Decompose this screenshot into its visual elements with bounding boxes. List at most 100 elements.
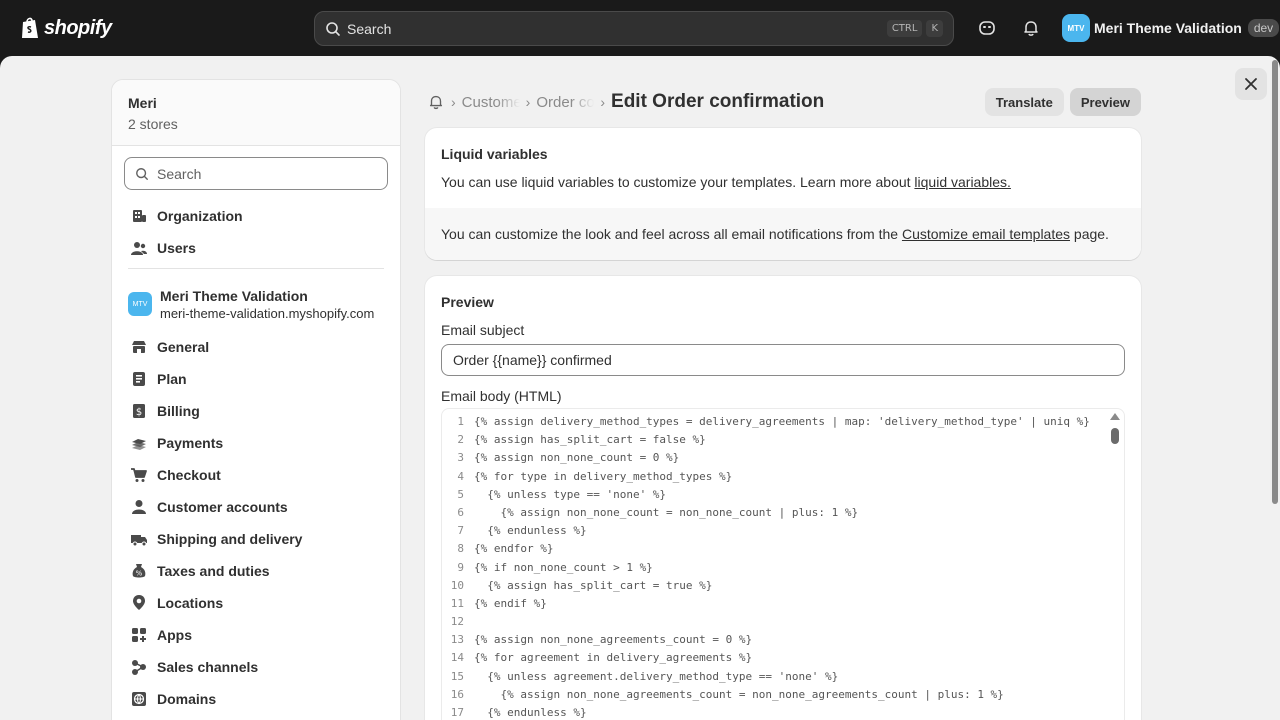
organization-header[interactable]: Meri 2 stores bbox=[112, 80, 400, 146]
line-number: 9 bbox=[457, 560, 464, 574]
global-search[interactable]: Search CTRL K bbox=[314, 11, 954, 46]
sidebar-item-taxes[interactable]: % Taxes and duties bbox=[112, 555, 400, 587]
code-line: 4 {% for type in delivery_method_types %} bbox=[442, 468, 1102, 486]
sidebar-item-billing[interactable]: $ Billing bbox=[112, 395, 400, 427]
email-subject-input[interactable]: Order {{name}} confirmed bbox=[441, 344, 1125, 376]
line-number: 3 bbox=[457, 451, 464, 465]
code-text: {% assign delivery_method_types = delive… bbox=[474, 415, 1090, 428]
person-icon bbox=[132, 500, 146, 514]
code-line: 17 {% endunless %} bbox=[442, 704, 1102, 720]
org-name: Meri bbox=[128, 95, 157, 111]
users-icon bbox=[131, 242, 147, 255]
line-number: 4 bbox=[457, 469, 464, 483]
line-number: 14 bbox=[450, 651, 464, 665]
code-line: 12 bbox=[442, 613, 1102, 631]
store-icon bbox=[132, 341, 146, 353]
close-button[interactable] bbox=[1235, 68, 1267, 100]
sidebar-item-apps[interactable]: Apps bbox=[112, 619, 400, 651]
close-icon bbox=[1245, 78, 1257, 90]
channels-icon bbox=[132, 660, 146, 675]
code-line: 2 {% assign has_split_cart = false %} bbox=[442, 431, 1102, 449]
chevron-right-icon: › bbox=[451, 94, 456, 110]
code-scrollbar[interactable] bbox=[1110, 413, 1120, 444]
code-line: 6 {% assign non_none_count = non_none_co… bbox=[442, 504, 1102, 522]
line-number: 1 bbox=[457, 415, 464, 428]
sidebar-item-shipping[interactable]: Shipping and delivery bbox=[112, 523, 400, 555]
tax-icon: % bbox=[132, 564, 146, 578]
preview-button[interactable]: Preview bbox=[1069, 88, 1141, 116]
translate-button[interactable]: Translate bbox=[984, 88, 1064, 116]
code-scrollbar-thumb[interactable] bbox=[1111, 428, 1119, 444]
sidebar-item-label: Checkout bbox=[157, 467, 221, 483]
liquid-variables-link[interactable]: liquid variables. bbox=[914, 174, 1011, 190]
sidebar-item-sales-channels[interactable]: Sales channels bbox=[112, 651, 400, 683]
breadcrumb-customer-notifications[interactable]: Customer notifications bbox=[462, 94, 520, 111]
sidebar-item-label: Sales channels bbox=[157, 659, 259, 675]
line-number: 5 bbox=[457, 487, 464, 501]
line-number: 13 bbox=[450, 633, 464, 647]
sidebar-store-name: Meri Theme Validation bbox=[160, 287, 308, 304]
sidebar-item-users[interactable]: Users bbox=[112, 232, 400, 264]
code-lines: 1 {% assign delivery_method_types = deliv… bbox=[442, 413, 1102, 720]
code-text: {% assign non_none_agreements_count = 0 … bbox=[474, 633, 753, 647]
sidebar-item-locations[interactable]: Locations bbox=[112, 587, 400, 619]
sidebar-item-payments[interactable]: Payments bbox=[112, 427, 400, 459]
line-number: 10 bbox=[450, 578, 464, 592]
code-line: 13 {% assign non_none_agreements_count = … bbox=[442, 631, 1102, 649]
line-number: 8 bbox=[457, 542, 464, 556]
email-subject-label: Email subject bbox=[441, 322, 525, 338]
scroll-up-icon[interactable] bbox=[1110, 413, 1120, 420]
liquid-description: You can use liquid variables to customiz… bbox=[441, 174, 1125, 190]
card-title: Preview bbox=[441, 294, 494, 310]
shopify-logo[interactable]: shopify bbox=[20, 15, 112, 41]
shortcut-k: K bbox=[926, 20, 943, 37]
code-text: {% for agreement in delivery_agreements … bbox=[474, 651, 753, 665]
sidebar-item-domains[interactable]: Domains bbox=[112, 683, 400, 715]
sidebar-item-organization[interactable]: Organization bbox=[112, 200, 400, 232]
sidebar-item-plan[interactable]: Plan bbox=[112, 363, 400, 395]
bell-icon[interactable] bbox=[1021, 18, 1041, 38]
line-number: 12 bbox=[450, 615, 464, 629]
search-placeholder: Search bbox=[347, 20, 392, 37]
breadcrumb-order-confirmation[interactable]: Order confirmation bbox=[536, 94, 594, 111]
chevron-right-icon: › bbox=[600, 94, 606, 110]
code-text: {% assign non_none_agreements_count = no… bbox=[474, 687, 1004, 701]
code-line: 9 {% if non_none_count > 1 %} bbox=[442, 559, 1102, 577]
sidebar-item-customer-accounts[interactable]: Customer accounts bbox=[112, 491, 400, 523]
line-number: 6 bbox=[457, 505, 464, 519]
sidebar-item-general[interactable]: General bbox=[112, 331, 400, 363]
code-line: 11 {% endif %} bbox=[442, 595, 1102, 613]
organization-icon bbox=[133, 210, 146, 222]
email-body-code-editor[interactable]: 1 {% assign delivery_method_types = deliv… bbox=[441, 408, 1125, 720]
plan-icon bbox=[133, 372, 145, 386]
code-text: {% endunless %} bbox=[474, 706, 587, 719]
code-line: 7 {% endunless %} bbox=[442, 522, 1102, 540]
search-icon bbox=[326, 21, 340, 36]
customize-email-templates-link[interactable]: Customize email templates bbox=[902, 226, 1070, 242]
liquid-variables-card: Liquid variables You can use liquid vari… bbox=[425, 128, 1141, 260]
code-text: {% for type in delivery_method_types %} bbox=[474, 469, 733, 483]
code-line: 10 {% assign has_split_cart = true %} bbox=[442, 577, 1102, 595]
code-text: {% assign has_split_cart = false %} bbox=[474, 433, 706, 447]
apps-icon bbox=[132, 628, 146, 642]
settings-search-input[interactable]: Search bbox=[124, 157, 388, 190]
sidebar-store[interactable]: MTV Meri Theme Validation meri-theme-val… bbox=[112, 279, 400, 329]
page-scrollbar[interactable] bbox=[1270, 56, 1280, 720]
sidebar-item-checkout[interactable]: Checkout bbox=[112, 459, 400, 491]
sidebar-item-label: Customer accounts bbox=[157, 499, 288, 515]
top-bar: shopify Search CTRL K MTV Meri Theme Val… bbox=[0, 0, 1280, 56]
shortcut-ctrl: CTRL bbox=[886, 20, 923, 37]
line-number: 15 bbox=[450, 669, 464, 683]
code-text: {% endfor %} bbox=[474, 542, 554, 556]
store-switcher[interactable]: MTV Meri Theme Validation dev bbox=[1062, 14, 1280, 42]
page-scrollbar-thumb[interactable] bbox=[1272, 60, 1278, 504]
code-line: 16 {% assign non_none_agreements_count =… bbox=[442, 686, 1102, 704]
code-text: {% unless agreement.delivery_method_type… bbox=[474, 669, 839, 683]
sidebar-item-label: Locations bbox=[157, 595, 224, 611]
notifications-bell-icon[interactable] bbox=[427, 93, 445, 111]
sidekick-icon[interactable] bbox=[977, 18, 997, 38]
code-line: 14 {% for agreement in delivery_agreement… bbox=[442, 649, 1102, 667]
line-number: 11 bbox=[450, 596, 464, 610]
line-number: 7 bbox=[457, 524, 464, 538]
